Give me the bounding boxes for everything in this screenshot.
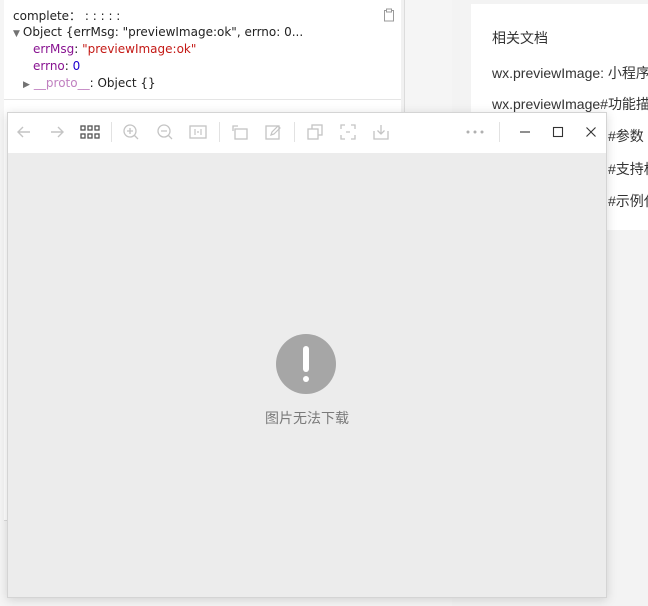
back-arrow-icon[interactable]: [12, 120, 36, 144]
rotate-icon[interactable]: [228, 120, 252, 144]
console-errmsg-row: errMsg: "previewImage:ok": [33, 41, 196, 57]
forward-arrow-icon[interactable]: [45, 120, 69, 144]
toolbar-divider: [111, 122, 112, 142]
viewer-toolbar: [8, 113, 606, 153]
copy-icon[interactable]: [303, 120, 327, 144]
exclamation-icon: [276, 334, 336, 394]
clipboard-icon[interactable]: [382, 8, 396, 22]
maximize-icon[interactable]: [546, 120, 570, 144]
expanded-triangle-icon[interactable]: ▼: [13, 29, 20, 39]
zoom-out-icon[interactable]: [153, 120, 177, 144]
image-viewer-window: 图片无法下载: [7, 112, 607, 598]
doc-link-parameters[interactable]: #参数: [608, 126, 644, 146]
toolbar-divider: [219, 122, 220, 142]
edit-icon[interactable]: [261, 120, 285, 144]
object-summary-text: Object {errMsg: "previewImage:ok", errno…: [22, 25, 304, 39]
zoom-in-icon[interactable]: [119, 120, 143, 144]
proto-value: Object {}: [97, 76, 156, 90]
console-errno-row: errno: 0: [33, 58, 80, 74]
errmsg-colon: :: [74, 42, 83, 56]
console-divider: [4, 99, 404, 100]
errno-value: 0: [72, 59, 81, 73]
doc-link-previewimage[interactable]: wx.previewImage: 小程序: [492, 63, 648, 83]
doc-link-supported-formats[interactable]: #支持格式: [608, 159, 648, 179]
doc-link-function-description[interactable]: wx.previewImage#功能描述: [492, 94, 648, 114]
exclamation-dot: [303, 376, 309, 382]
errmsg-value: "previewImage:ok": [82, 42, 197, 56]
fit-size-icon[interactable]: [186, 120, 210, 144]
console-proto-row[interactable]: ▶ __proto__: Object {}: [23, 75, 156, 93]
proto-key: __proto__: [33, 76, 90, 90]
crop-icon[interactable]: [336, 120, 360, 144]
toolbar-divider: [499, 122, 500, 142]
more-icon[interactable]: [463, 120, 487, 144]
errmsg-key: errMsg: [33, 42, 75, 56]
close-icon[interactable]: [579, 120, 603, 144]
exclamation-bar: [303, 346, 309, 372]
toolbar-divider: [294, 122, 295, 142]
image-download-error-text: 图片无法下载: [265, 410, 349, 426]
minimize-icon[interactable]: [513, 120, 537, 144]
errno-colon: :: [64, 59, 73, 73]
collapsed-triangle-icon[interactable]: ▶: [23, 80, 30, 90]
console-object-summary[interactable]: ▼ Object {errMsg: "previewImage:ok", errn…: [13, 24, 303, 42]
doc-link-example-code[interactable]: #示例代码: [608, 191, 648, 211]
download-icon[interactable]: [369, 120, 393, 144]
errno-key: errno: [33, 59, 65, 73]
related-docs-title: 相关文档: [492, 30, 548, 46]
grid-icon[interactable]: [78, 120, 102, 144]
console-complete-line: complete： : : : : :: [13, 9, 121, 23]
